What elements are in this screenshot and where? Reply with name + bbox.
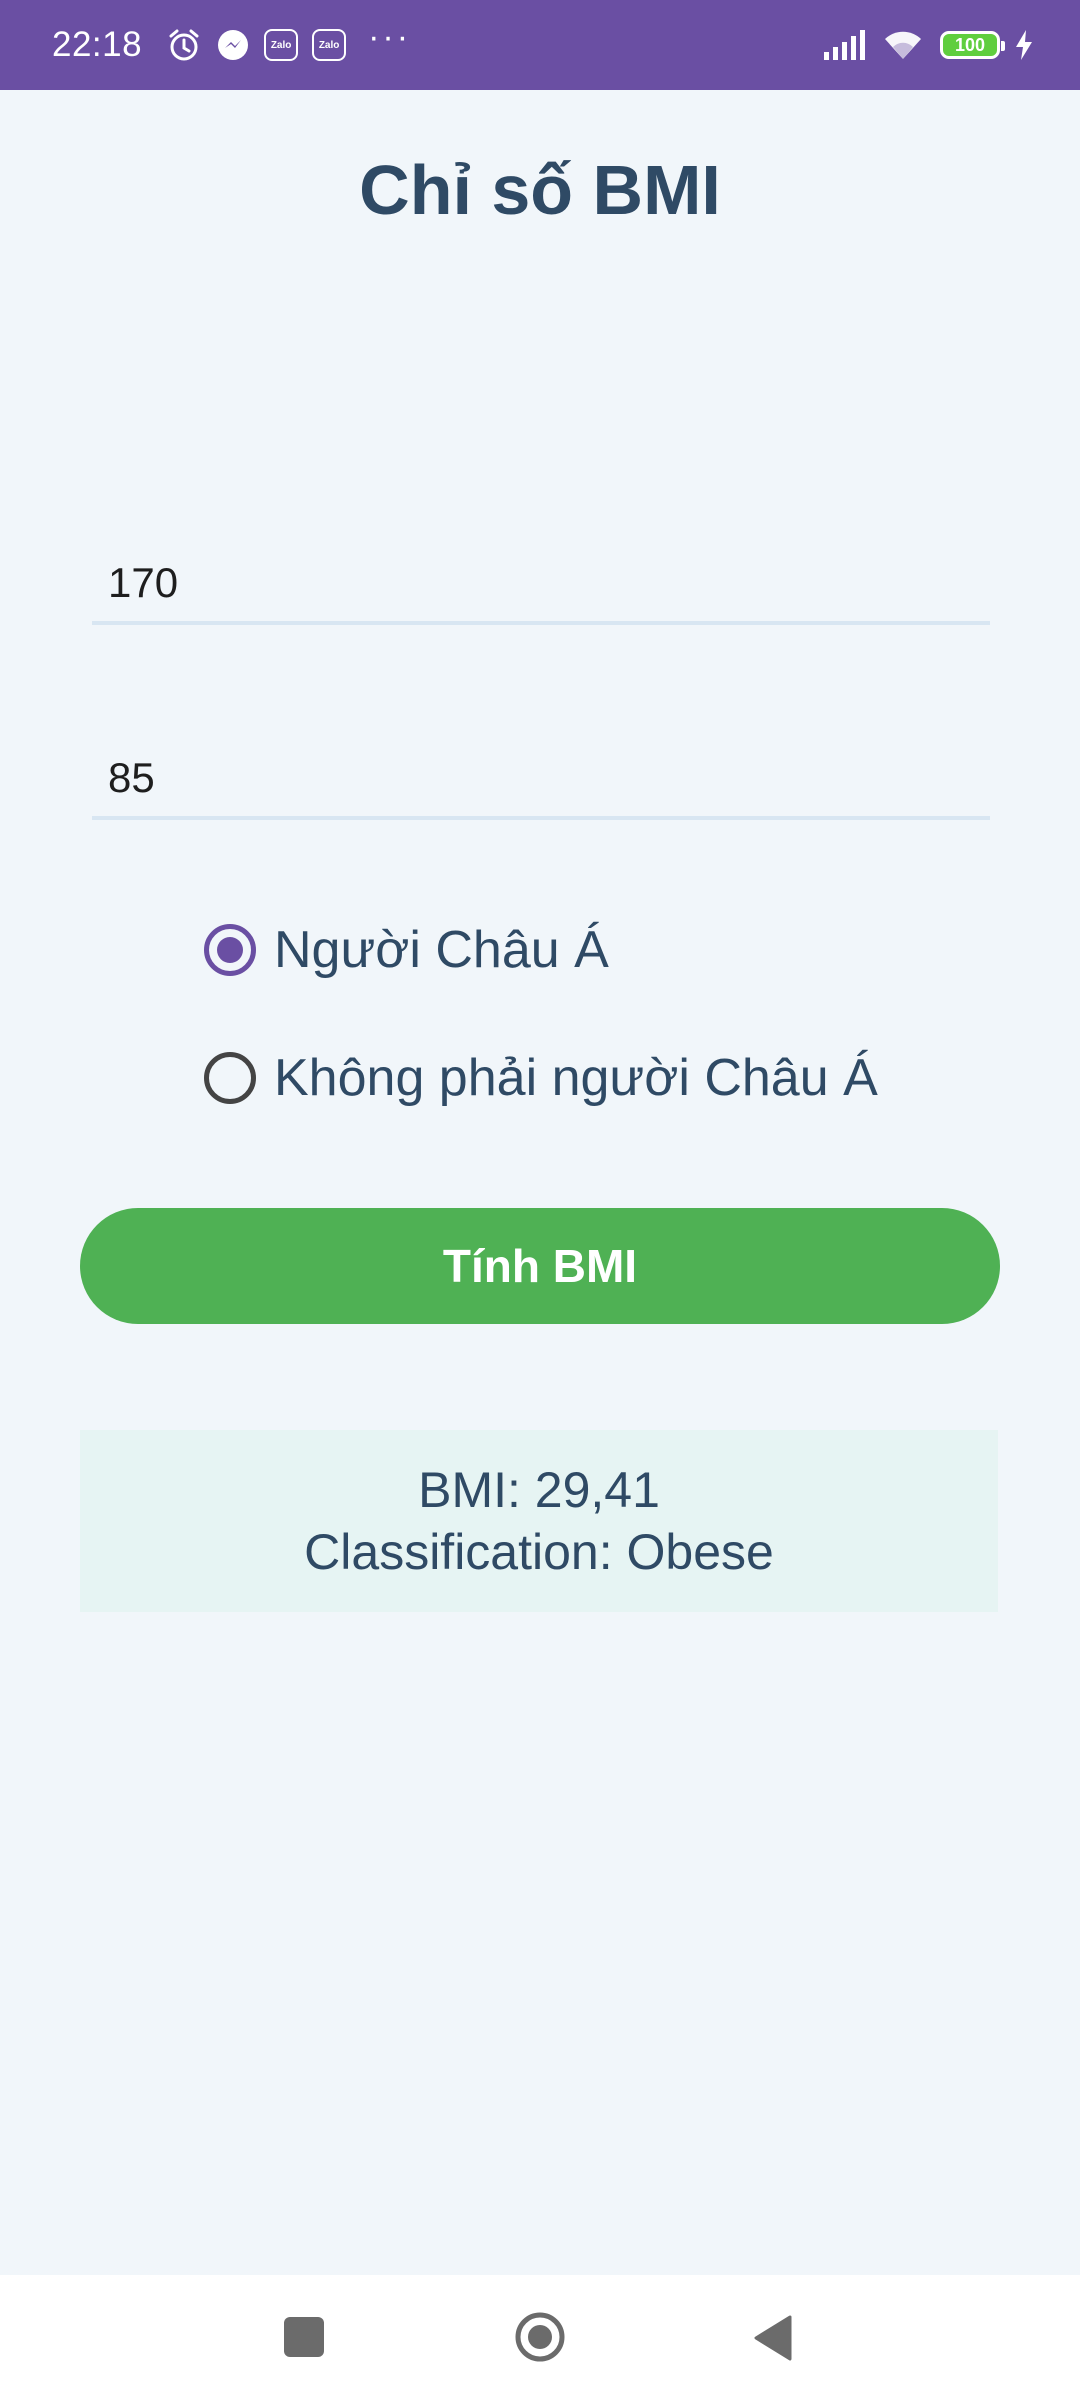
weight-field[interactable] [92, 730, 990, 820]
weight-input[interactable] [108, 754, 990, 802]
more-icon: ··· [368, 18, 412, 56]
calculate-bmi-button[interactable]: Tính BMI [80, 1208, 1000, 1324]
height-field[interactable] [92, 535, 990, 625]
radio-asian[interactable]: Người Châu Á [204, 920, 609, 980]
radio-unselected-icon[interactable] [204, 1052, 256, 1104]
charging-icon [1014, 30, 1034, 60]
height-input[interactable] [108, 559, 990, 607]
status-bar: 22:18 Zalo Zalo ··· 100 [0, 0, 1080, 90]
alarm-icon [166, 27, 202, 63]
status-right: 100 [808, 29, 1034, 61]
page-title: Chỉ số BMI [359, 151, 721, 229]
status-left: 22:18 Zalo Zalo ··· [52, 20, 411, 65]
messenger-icon [216, 28, 250, 62]
radio-selected-icon[interactable] [204, 924, 256, 976]
wifi-icon [882, 29, 924, 61]
classification-text: Classification: Obese [304, 1524, 774, 1580]
signal-icon [822, 30, 868, 60]
back-icon[interactable] [752, 2315, 792, 2361]
radio-asian-label: Người Châu Á [274, 921, 609, 979]
bmi-value-text: BMI: 29,41 [418, 1462, 660, 1518]
system-nav-bar [0, 2275, 1080, 2400]
zalo-icon: Zalo [312, 29, 347, 61]
zalo-icon: Zalo [264, 29, 299, 61]
battery-icon: 100 [940, 31, 1005, 59]
radio-non-asian-label: Không phải người Châu Á [274, 1049, 878, 1107]
home-icon[interactable] [514, 2311, 566, 2363]
recents-icon[interactable] [284, 2317, 324, 2357]
radio-non-asian[interactable]: Không phải người Châu Á [204, 1048, 878, 1108]
status-time: 22:18 [52, 25, 143, 64]
result-panel: BMI: 29,41 Classification: Obese [80, 1430, 998, 1612]
